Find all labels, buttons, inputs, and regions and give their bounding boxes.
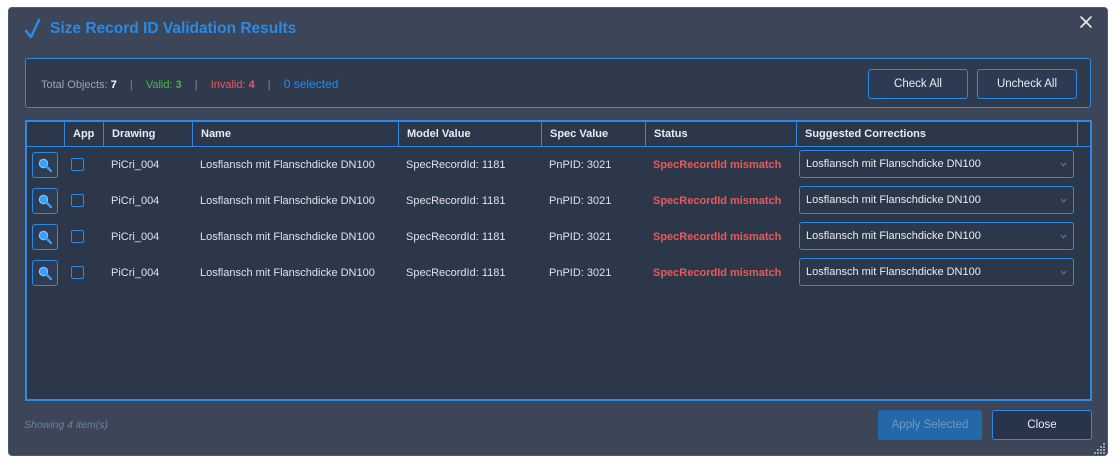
chevron-down-icon [1060, 198, 1067, 203]
app-checkbox[interactable] [71, 266, 84, 279]
chevron-down-icon [1060, 162, 1067, 167]
drawing-cell: PiCri_004 [111, 267, 160, 279]
dialog-titlebar: Size Record ID Validation Results [9, 8, 1107, 52]
model-value-cell: SpecRecordId: 1181 [406, 159, 506, 171]
spec-value-cell: PnPID: 3021 [549, 195, 612, 207]
drawing-cell: PiCri_004 [111, 231, 160, 243]
status-cell: SpecRecordId mismatch [653, 267, 782, 279]
app-checkbox[interactable] [71, 230, 84, 243]
zoom-button[interactable] [32, 188, 58, 214]
name-cell: Losflansch mit Flanschdicke DN100 [200, 195, 375, 207]
model-value-cell: SpecRecordId: 1181 [406, 195, 506, 207]
corrections-dropdown-value: Losflansch mit Flanschdicke DN100 [806, 194, 981, 206]
drawing-cell: PiCri_004 [111, 159, 160, 171]
close-button[interactable]: Close [992, 410, 1092, 440]
table-row: PiCri_004 Losflansch mit Flanschdicke DN… [27, 147, 1090, 183]
items-count-text: Showing 4 item(s) [24, 419, 109, 431]
dialog-title: Size Record ID Validation Results [50, 20, 297, 37]
zoom-button[interactable] [32, 224, 58, 250]
name-cell: Losflansch mit Flanschdicke DN100 [200, 159, 375, 171]
corrections-dropdown[interactable]: Losflansch mit Flanschdicke DN100 [799, 222, 1074, 250]
header-app[interactable]: App [65, 122, 104, 146]
header-spec-value[interactable]: Spec Value [542, 122, 646, 146]
apply-selected-button[interactable]: Apply Selected [878, 410, 982, 440]
model-value-cell: SpecRecordId: 1181 [406, 267, 506, 279]
chevron-down-icon [1060, 234, 1067, 239]
separator: | [194, 79, 198, 91]
summary-panel: Total Objects: 7 | Valid: 3 | Invalid: 4… [25, 58, 1091, 108]
zoom-button[interactable] [32, 260, 58, 286]
name-cell: Losflansch mit Flanschdicke DN100 [200, 231, 375, 243]
corrections-dropdown[interactable]: Losflansch mit Flanschdicke DN100 [799, 258, 1074, 286]
corrections-dropdown-value: Losflansch mit Flanschdicke DN100 [806, 158, 981, 170]
status-cell: SpecRecordId mismatch [653, 159, 782, 171]
results-grid: App Drawing Name Model Value Spec Value … [25, 120, 1092, 401]
zoom-button[interactable] [32, 152, 58, 178]
zoom-icon [38, 266, 52, 280]
corrections-dropdown-value: Losflansch mit Flanschdicke DN100 [806, 266, 981, 278]
header-suggested-corrections[interactable]: Suggested Corrections [797, 122, 1078, 146]
table-row: PiCri_004 Losflansch mit Flanschdicke DN… [27, 219, 1090, 255]
header-zoom [27, 122, 65, 146]
drawing-cell: PiCri_004 [111, 195, 160, 207]
check-icon [24, 18, 41, 39]
corrections-dropdown[interactable]: Losflansch mit Flanschdicke DN100 [799, 150, 1074, 178]
valid-value: 3 [175, 79, 182, 91]
total-objects-label: Total Objects: [41, 79, 108, 91]
resize-grip-icon[interactable] [1094, 442, 1106, 454]
zoom-icon [38, 194, 52, 208]
zoom-icon [38, 230, 52, 244]
valid-label: Valid: [145, 79, 173, 91]
separator: | [129, 79, 133, 91]
header-drawing[interactable]: Drawing [104, 122, 193, 146]
close-icon[interactable] [1078, 14, 1094, 30]
header-status[interactable]: Status [646, 122, 797, 146]
summary-stats: Total Objects: 7 | Valid: 3 | Invalid: 4… [41, 77, 338, 91]
spec-value-cell: PnPID: 3021 [549, 231, 612, 243]
zoom-icon [38, 158, 52, 172]
separator: | [267, 79, 271, 91]
model-value-cell: SpecRecordId: 1181 [406, 231, 506, 243]
corrections-dropdown-value: Losflansch mit Flanschdicke DN100 [806, 230, 981, 242]
selected-count: 0 selected [283, 77, 339, 91]
spec-value-cell: PnPID: 3021 [549, 159, 612, 171]
total-objects-value: 7 [110, 79, 117, 91]
invalid-value: 4 [248, 79, 255, 91]
invalid-label: Invalid: [210, 79, 246, 91]
uncheck-all-button[interactable]: Uncheck All [977, 69, 1077, 99]
table-row: PiCri_004 Losflansch mit Flanschdicke DN… [27, 255, 1090, 291]
check-all-button[interactable]: Check All [868, 69, 968, 99]
name-cell: Losflansch mit Flanschdicke DN100 [200, 267, 375, 279]
header-name[interactable]: Name [193, 122, 399, 146]
chevron-down-icon [1060, 270, 1067, 275]
validation-dialog: Size Record ID Validation Results Total … [8, 7, 1108, 456]
spec-value-cell: PnPID: 3021 [549, 267, 612, 279]
status-cell: SpecRecordId mismatch [653, 195, 782, 207]
grid-header: App Drawing Name Model Value Spec Value … [27, 122, 1090, 147]
status-cell: SpecRecordId mismatch [653, 231, 782, 243]
app-checkbox[interactable] [71, 158, 84, 171]
corrections-dropdown[interactable]: Losflansch mit Flanschdicke DN100 [799, 186, 1074, 214]
table-row: PiCri_004 Losflansch mit Flanschdicke DN… [27, 183, 1090, 219]
app-checkbox[interactable] [71, 194, 84, 207]
header-model-value[interactable]: Model Value [399, 122, 542, 146]
